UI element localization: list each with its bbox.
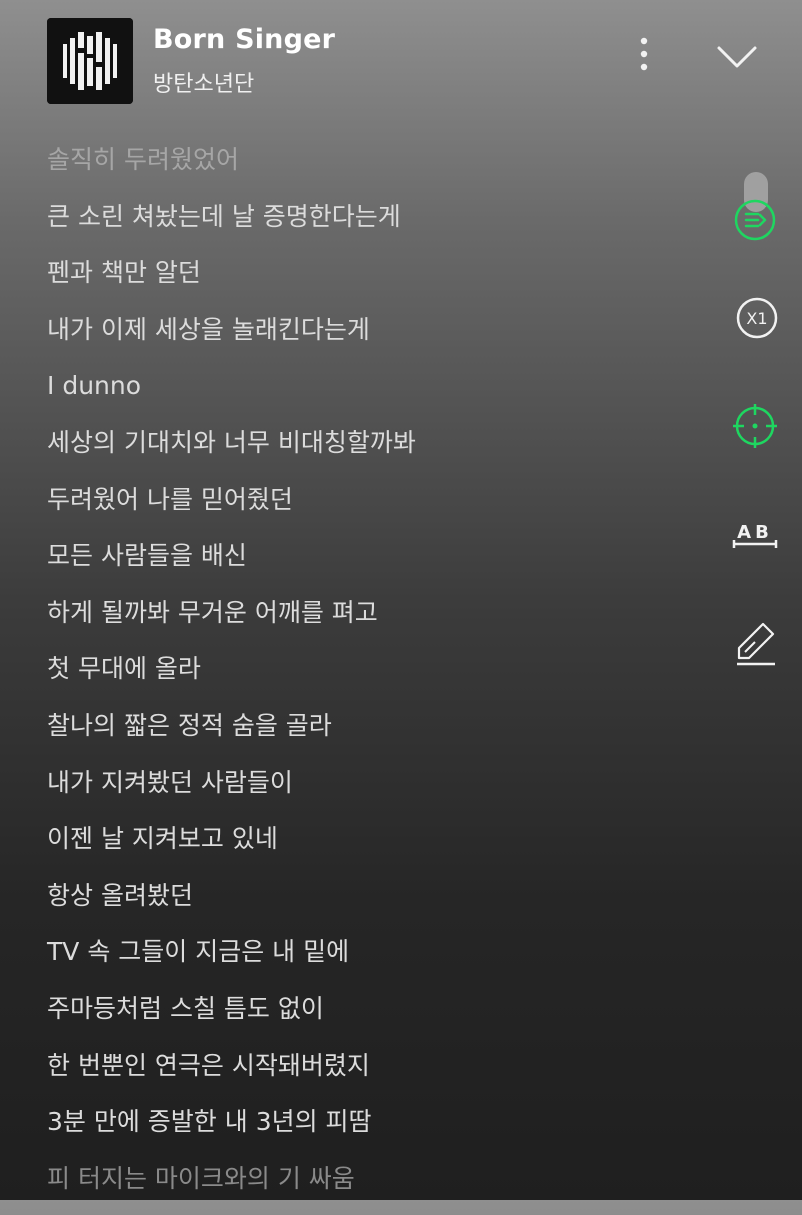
lyric-line[interactable]: 하게 될까봐 무거운 어깨를 펴고 [47, 593, 687, 650]
lyric-line[interactable]: 이젠 날 지켜보고 있네 [47, 819, 687, 876]
lyric-line[interactable]: 모든 사람들을 배신 [47, 536, 687, 593]
lyric-line[interactable]: 3분 만에 증발한 내 3년의 피땀 [47, 1102, 687, 1159]
album-art-logo [47, 18, 133, 104]
ab-repeat-icon[interactable]: AB [731, 512, 779, 560]
player-header: Born Singer 방탄소년단 [0, 0, 802, 120]
chevron-down-icon[interactable] [712, 38, 762, 74]
artist-name[interactable]: 방탄소년단 [153, 66, 254, 98]
speed-label: X1 [746, 309, 767, 328]
lyrics-list: 솔직히 두려웠었어 큰 소린 쳐놨는데 날 증명한다는게 펜과 책만 알던 내가… [47, 140, 687, 1215]
edit-icon[interactable] [731, 620, 779, 668]
lyric-line[interactable]: TV 속 그들이 지금은 내 밑에 [47, 932, 687, 989]
lyric-line[interactable]: 한 번뿐인 연극은 시작돼버렸지 [47, 1046, 687, 1103]
song-title: Born Singer [153, 24, 336, 55]
crosshair-icon[interactable] [731, 402, 779, 450]
lyrics-sync-icon[interactable] [731, 196, 779, 244]
lyric-line[interactable]: 세상의 기대치와 너무 비대칭할까봐 [47, 423, 687, 480]
lyric-line[interactable]: 내가 이제 세상을 놀래킨다는게 [47, 310, 687, 367]
more-vertical-icon[interactable] [630, 36, 658, 76]
lyric-line[interactable]: 피 터지는 마이크와의 기 싸움 [47, 1159, 687, 1215]
speed-icon[interactable]: X1 [733, 294, 781, 342]
lyric-line[interactable]: 두려웠어 나를 믿어줬던 [47, 480, 687, 537]
lyric-line[interactable]: 펜과 책만 알던 [47, 253, 687, 310]
lyric-line[interactable]: 찰나의 짧은 정적 숨을 골라 [47, 706, 687, 763]
lyric-line[interactable]: 솔직히 두려웠었어 [47, 140, 687, 197]
ab-label: AB [737, 522, 773, 543]
lyric-line[interactable]: 첫 무대에 올라 [47, 649, 687, 706]
lyric-line[interactable]: 내가 지켜봤던 사람들이 [47, 763, 687, 820]
lyric-line[interactable]: I dunno [47, 366, 687, 423]
lyric-line[interactable]: 주마등처럼 스칠 틈도 없이 [47, 989, 687, 1046]
lyric-line[interactable]: 큰 소린 쳐놨는데 날 증명한다는게 [47, 197, 687, 254]
album-art[interactable] [47, 18, 133, 104]
lyric-line[interactable]: 항상 올려봤던 [47, 876, 687, 933]
